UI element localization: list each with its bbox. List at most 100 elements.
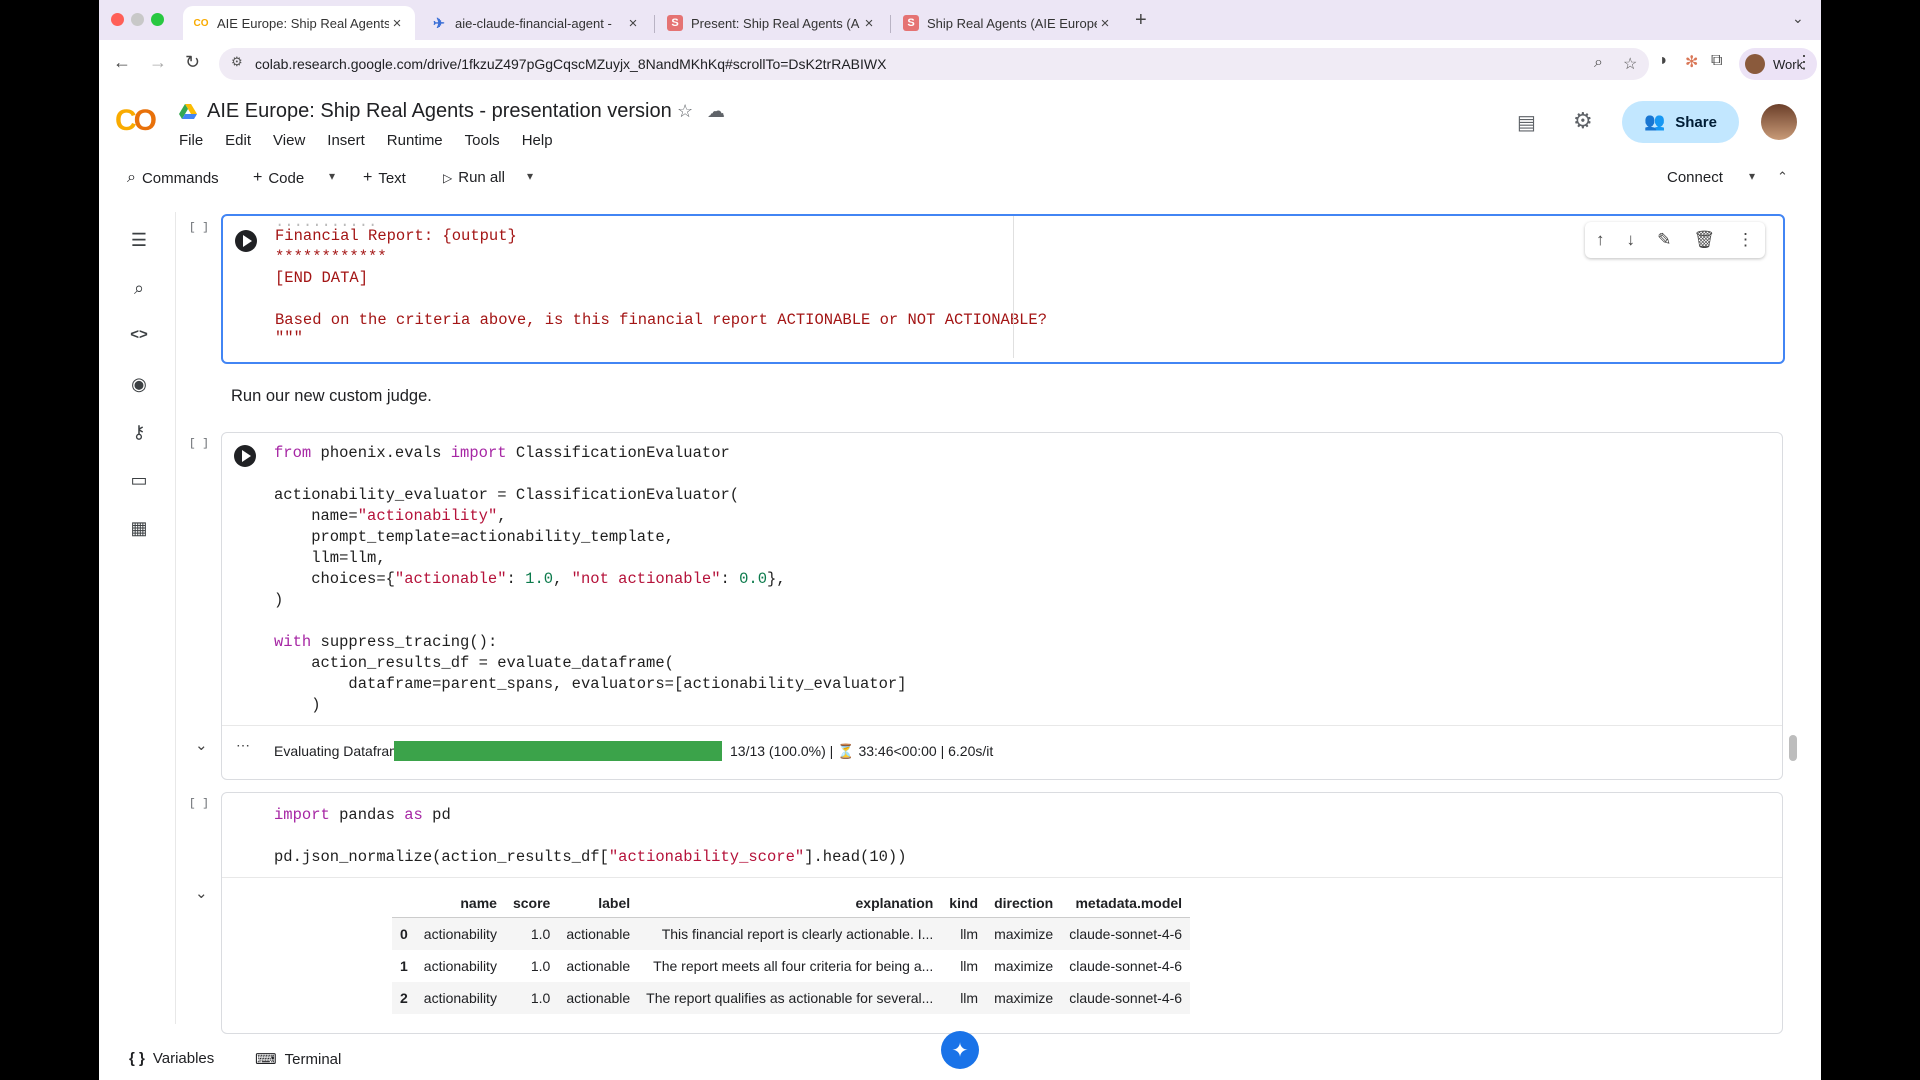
- browser-menu-icon[interactable]: ⋮: [1795, 52, 1813, 73]
- left-sidebar: ☰ ⌕ <> ◉ ⚷ ▭ ▦: [117, 212, 161, 562]
- menu-edit[interactable]: Edit: [225, 132, 251, 149]
- connect-button[interactable]: Connect: [1667, 169, 1723, 186]
- data-table-icon[interactable]: ▦: [127, 518, 151, 542]
- table-cell: actionability: [415, 917, 505, 950]
- extension-icon[interactable]: ◗: [1659, 52, 1669, 70]
- drive-icon[interactable]: [179, 104, 197, 120]
- menu-help[interactable]: Help: [522, 132, 553, 149]
- delete-trash-icon[interactable]: 🗑: [1693, 230, 1715, 250]
- tab-arize[interactable]: ✈ aie-claude-financial-agent - ×: [421, 6, 651, 40]
- run-all-chevron-icon[interactable]: ▾: [527, 169, 533, 183]
- connect-chevron-icon[interactable]: ▾: [1749, 169, 1755, 183]
- run-all-button[interactable]: ▷ Run all: [443, 169, 505, 186]
- table-cell: The report meets all four criteria for b…: [653, 958, 934, 974]
- markdown-text-cell[interactable]: Run our new custom judge.: [231, 387, 432, 406]
- tab-title: aie-claude-financial-agent -: [455, 15, 612, 31]
- table-row: 2 actionability 1.0 actionable The report qu…: [392, 982, 1191, 1014]
- comments-icon[interactable]: ▤: [1517, 110, 1536, 135]
- share-button[interactable]: 👥 Share: [1622, 101, 1739, 143]
- settings-gear-icon[interactable]: ⚙: [1573, 108, 1593, 134]
- code-dropdown-chevron-icon[interactable]: ▾: [329, 169, 335, 183]
- minimize-window-button[interactable]: [131, 13, 144, 26]
- site-info-icon[interactable]: ⚙: [231, 54, 243, 70]
- table-cell: 1.0: [504, 917, 559, 950]
- output-more-icon[interactable]: ⋯: [236, 737, 250, 754]
- add-text-button[interactable]: + Text: [363, 169, 406, 187]
- collapse-output-chevron-icon[interactable]: ⌄: [195, 736, 208, 754]
- close-tab-icon[interactable]: ×: [625, 15, 641, 32]
- star-icon[interactable]: ☆: [677, 101, 693, 122]
- curly-braces-icon: { }: [129, 1050, 145, 1067]
- claude-extension-icon[interactable]: ✻: [1685, 52, 1698, 72]
- reload-icon[interactable]: ↻: [185, 52, 200, 73]
- column-header: [392, 889, 416, 918]
- code-cell-evaluator[interactable]: from phoenix.evals import Classification…: [221, 432, 1783, 780]
- find-icon[interactable]: ⌕: [127, 278, 151, 302]
- code-cell-template[interactable]: ........... Financial Report: {output} *…: [221, 213, 1785, 364]
- collapse-header-icon[interactable]: ⌃: [1777, 169, 1788, 185]
- back-icon[interactable]: ←: [113, 52, 131, 73]
- code-snippets-icon[interactable]: <>: [127, 326, 151, 350]
- terminal-button[interactable]: ⌨ Terminal: [255, 1050, 341, 1069]
- column-header: kind: [941, 889, 987, 918]
- close-tab-icon[interactable]: ×: [389, 15, 405, 32]
- tab-slides[interactable]: S Ship Real Agents (AIE Europe ×: [893, 6, 1123, 40]
- column-header: explanation: [638, 889, 942, 918]
- table-cell: maximize: [986, 917, 1062, 950]
- colab-logo[interactable]: CO: [115, 104, 157, 138]
- bookmark-star-icon[interactable]: ☆: [1623, 54, 1637, 74]
- tab-colab[interactable]: CO AIE Europe: Ship Real Agents ×: [183, 6, 415, 40]
- more-options-icon[interactable]: ⋮: [1737, 230, 1754, 250]
- run-cell-button[interactable]: [235, 230, 257, 252]
- user-avatar[interactable]: [1761, 104, 1797, 140]
- move-down-icon[interactable]: ↓: [1627, 230, 1636, 250]
- maximize-window-button[interactable]: [151, 13, 164, 26]
- menu-file[interactable]: File: [179, 132, 203, 149]
- menu-view[interactable]: View: [273, 132, 305, 149]
- code-line: """: [275, 329, 303, 347]
- close-tab-icon[interactable]: ×: [861, 15, 877, 32]
- files-folder-icon[interactable]: ▭: [127, 470, 151, 494]
- code-line: Based on the criteria above, is this fin…: [275, 311, 1048, 329]
- code-line: [END DATA]: [275, 269, 369, 287]
- run-cell-button[interactable]: [234, 445, 256, 467]
- tab-present-slides[interactable]: S Present: Ship Real Agents (A ×: [657, 6, 887, 40]
- address-bar[interactable]: ⚙ colab.research.google.com/drive/1fkzuZ…: [219, 48, 1649, 80]
- play-icon: ▷: [443, 170, 453, 185]
- menu-runtime[interactable]: Runtime: [387, 132, 443, 149]
- plus-icon: +: [363, 169, 373, 186]
- collapse-output-chevron-icon[interactable]: ⌄: [195, 884, 208, 902]
- add-code-button[interactable]: + Code: [253, 169, 304, 187]
- variables-inspector-icon[interactable]: ◉: [127, 374, 151, 398]
- zoom-icon[interactable]: ⌕: [1594, 54, 1603, 72]
- table-of-contents-icon[interactable]: ☰: [127, 230, 151, 254]
- notebook-title[interactable]: AIE Europe: Ship Real Agents - presentat…: [207, 100, 672, 123]
- extensions-puzzle-icon[interactable]: ⧉: [1711, 52, 1722, 70]
- commands-button[interactable]: ⌕ Commands: [127, 169, 219, 187]
- move-up-icon[interactable]: ↑: [1596, 230, 1605, 250]
- secrets-key-icon[interactable]: ⚷: [127, 422, 151, 446]
- menu-insert[interactable]: Insert: [327, 132, 365, 149]
- tab-title: Ship Real Agents (AIE Europe: [927, 15, 1097, 31]
- tab-search-icon[interactable]: ⌄: [1792, 10, 1804, 27]
- close-tab-icon[interactable]: ×: [1097, 15, 1113, 32]
- table-cell: actionable: [558, 982, 639, 1014]
- cell-execution-count: [ ]: [189, 438, 209, 450]
- forward-icon[interactable]: →: [149, 52, 167, 73]
- table-cell: llm: [941, 982, 987, 1014]
- table-cell: 1.0: [530, 958, 551, 974]
- new-tab-icon[interactable]: +: [1135, 9, 1147, 32]
- code-cell-pandas[interactable]: import pandas as pd pd.json_normalize(ac…: [221, 792, 1783, 1034]
- table-cell: 1: [400, 958, 408, 974]
- variables-button[interactable]: { } Variables: [129, 1050, 214, 1067]
- close-window-button[interactable]: [111, 13, 124, 26]
- slides-icon: S: [667, 15, 683, 31]
- progress-label: Evaluating Dataframe: [274, 743, 409, 759]
- cell-execution-count: [ ]: [189, 798, 209, 810]
- menu-tools[interactable]: Tools: [465, 132, 500, 149]
- edit-pencil-icon[interactable]: ✎: [1657, 230, 1671, 250]
- gemini-sparkle-icon[interactable]: ✦: [941, 1031, 979, 1069]
- code-block: import pandas as pd pd.json_normalize(ac…: [274, 806, 907, 866]
- scrollbar-thumb[interactable]: [1789, 735, 1797, 761]
- people-icon: 👥: [1644, 112, 1666, 131]
